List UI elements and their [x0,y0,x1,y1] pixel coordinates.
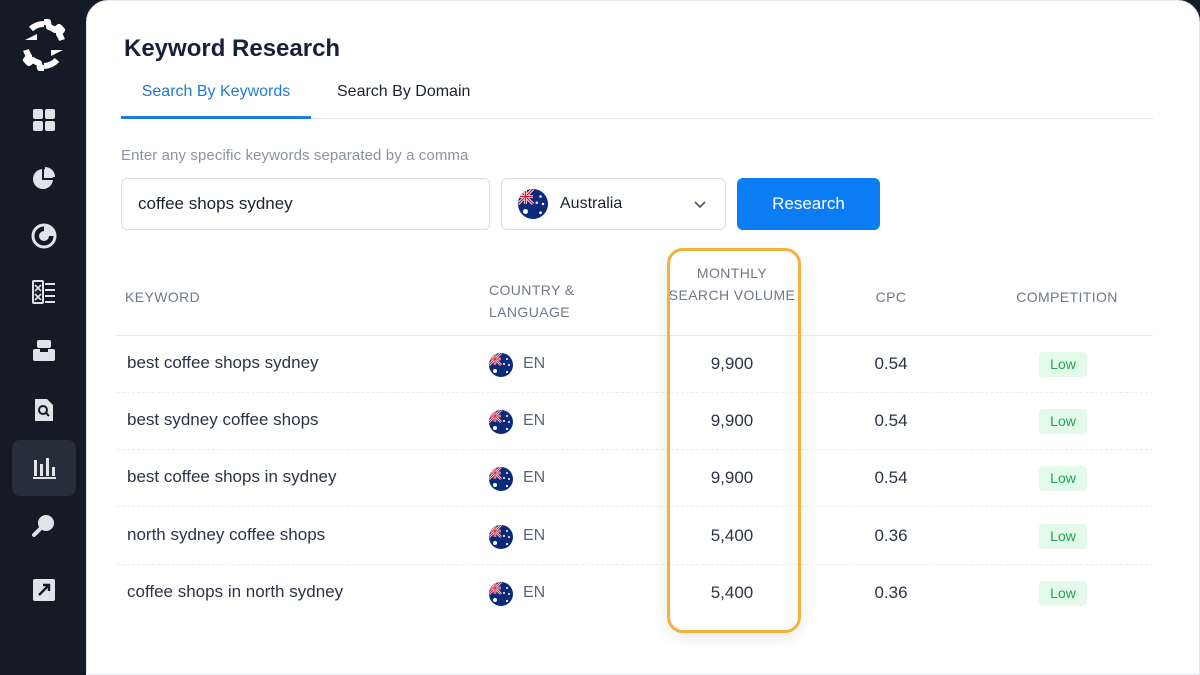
volume-cell: 5,400 [710,583,754,602]
table-row[interactable]: north sydney coffee shops EN 5,400 0.36 Low [117,508,1153,565]
gauge-icon[interactable] [12,208,76,264]
keyword-cell: north sydney coffee shops [127,525,326,544]
checklist-icon[interactable] [12,264,76,320]
main-panel: Keyword Research Search By Keywords Sear… [86,0,1200,675]
cpc-cell: 0.54 [874,468,908,487]
language-cell: EN [523,355,546,372]
australia-flag-icon [489,353,513,377]
australia-flag-icon [489,582,513,606]
keyword-cell: best sydney coffee shops [127,410,319,429]
table-row[interactable]: best coffee shops in sydney EN 9,900 0.54 Lo… [117,450,1153,507]
search-hint: Enter any specific keywords separated by… [121,147,469,164]
volume-cell: 9,900 [710,354,754,373]
column-header-competition: COMPETITION [1016,289,1118,305]
bar-chart-icon[interactable] [12,440,76,496]
language-cell: EN [523,584,546,601]
keyword-input[interactable] [121,178,490,230]
cpc-cell: 0.36 [874,583,908,602]
cpc-cell: 0.36 [874,526,908,545]
tab-search-by-keywords[interactable]: Search By Keywords [121,73,311,119]
column-header-cpc: CPC [875,289,907,305]
australia-flag-icon [489,525,513,549]
tab-search-by-domain[interactable]: Search By Domain [337,73,470,119]
volume-cell: 5,400 [710,526,754,545]
key-icon[interactable] [12,498,76,554]
country-select[interactable]: Australia [501,178,726,230]
australia-flag-icon [489,467,513,491]
research-button[interactable]: Research [737,178,880,230]
australia-flag-icon [489,410,513,434]
table-row[interactable]: best sydney coffee shops EN 9,900 0.54 Low [117,393,1153,450]
column-header-country-language: COUNTRY & LANGUAGE [489,279,599,323]
competition-badge: Low [1039,409,1087,434]
inbox-icon[interactable] [12,322,76,378]
cpc-cell: 0.54 [874,354,908,373]
column-header-keyword: KEYWORD [125,289,201,305]
table-row[interactable]: coffee shops in north sydney EN 5,400 0.36 L… [117,565,1153,622]
page-title: Keyword Research [124,35,341,62]
column-header-volume-text: MONTHLY SEARCH VOLUME [668,265,796,303]
column-header-country-language-text: COUNTRY & LANGUAGE [489,282,575,320]
doc-search-icon[interactable] [12,382,76,438]
column-header-monthly-search-volume: MONTHLY SEARCH VOLUME [667,262,797,306]
external-link-icon[interactable] [12,562,76,618]
australia-flag-icon [518,189,548,219]
language-cell: EN [523,469,546,486]
keyword-cell: best coffee shops sydney [127,353,319,372]
competition-badge: Low [1039,524,1087,549]
dashboard-icon[interactable] [12,92,76,148]
competition-badge: Low [1039,466,1087,491]
table-row[interactable]: best coffee shops sydney EN 9,900 0.54 Low [117,336,1153,393]
tab-bar: Search By Keywords Search By Domain [121,73,1153,119]
logo-icon[interactable] [17,18,71,72]
competition-badge: Low [1039,581,1087,606]
chevron-down-icon [694,201,706,209]
sidebar [0,0,88,675]
country-select-value: Australia [560,195,623,212]
keyword-cell: best coffee shops in sydney [127,467,337,486]
volume-cell: 9,900 [710,468,754,487]
competition-badge: Low [1039,352,1087,377]
language-cell: EN [523,527,546,544]
pie-chart-icon[interactable] [12,150,76,206]
keyword-cell: coffee shops in north sydney [127,582,344,601]
cpc-cell: 0.54 [874,411,908,430]
language-cell: EN [523,412,546,429]
volume-cell: 9,900 [710,411,754,430]
